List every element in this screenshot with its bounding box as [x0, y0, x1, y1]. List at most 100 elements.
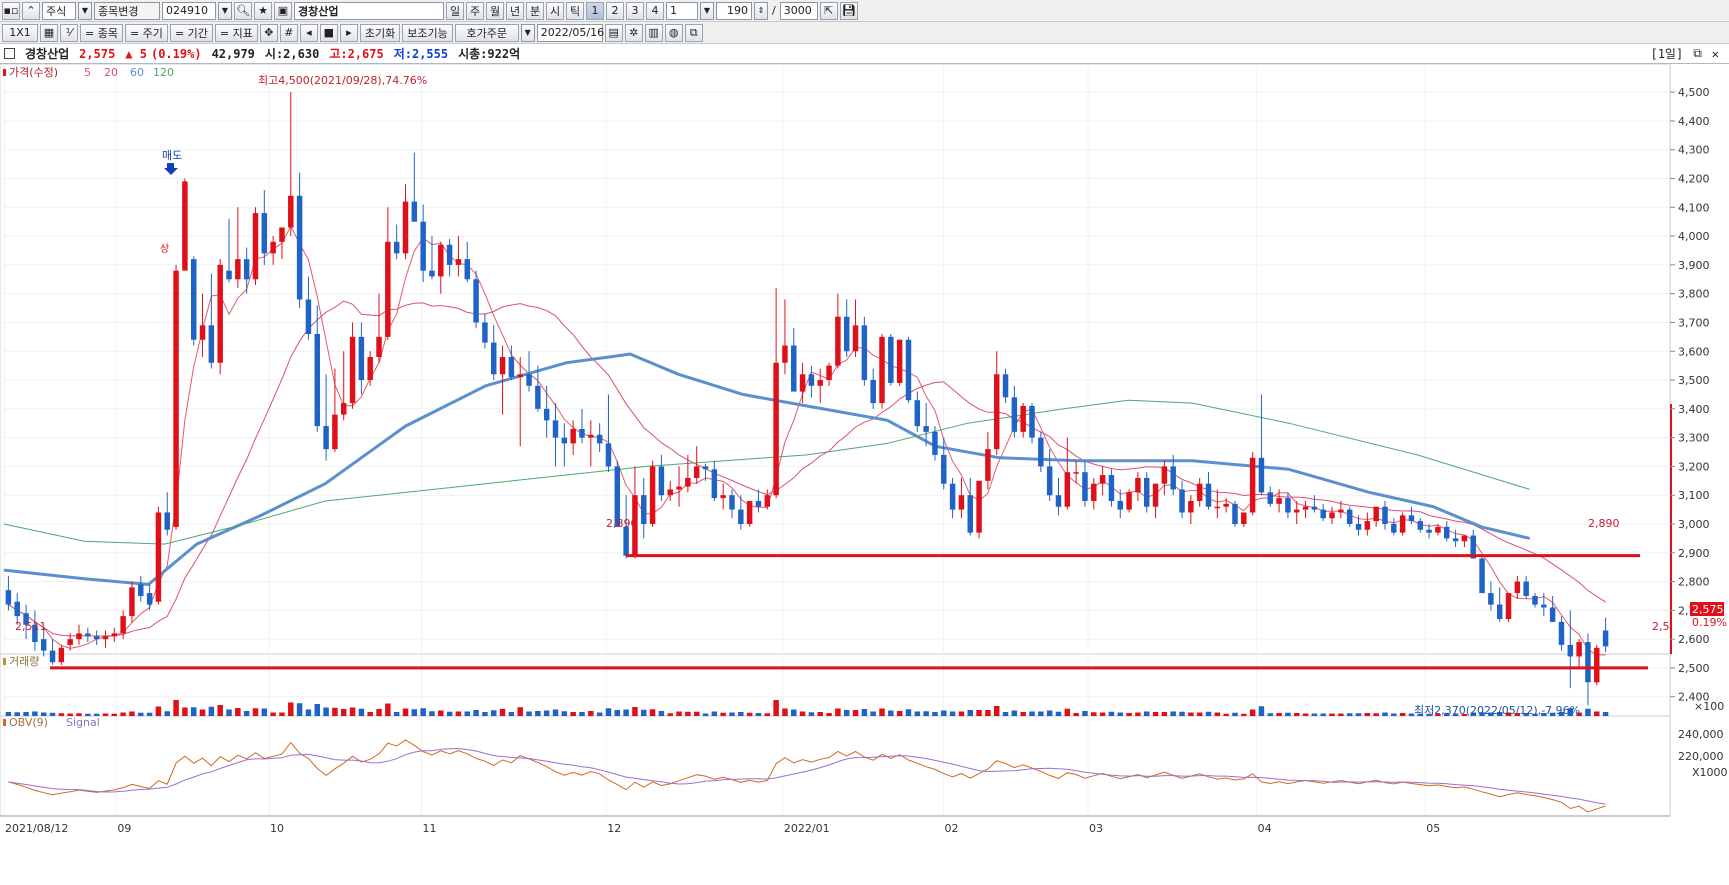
save-icon[interactable]: 💾︎ [839, 1, 858, 20]
aux-functions-button[interactable]: 보조기능 [402, 23, 453, 42]
volume-bar [367, 712, 373, 716]
stock-code-input[interactable]: 024910 [162, 1, 216, 20]
period-hour-tab[interactable]: 시 [546, 1, 564, 20]
volume-bar [791, 709, 797, 716]
candle-body [1408, 515, 1415, 522]
volume-bar [1399, 713, 1406, 716]
candle-body [1426, 529, 1432, 533]
price-tick-label: 4,000 [1678, 230, 1710, 243]
candle-body [1444, 526, 1450, 539]
chart-checkbox[interactable] [4, 48, 15, 59]
volume-bar [1091, 712, 1097, 716]
stock-compare-button[interactable]: = 종목 [80, 23, 123, 42]
total-count-input[interactable]: 3000 [779, 1, 818, 20]
table-icon[interactable]: ▦ [40, 23, 58, 42]
candle-body [243, 259, 250, 280]
crosshair-icon[interactable]: # [279, 23, 298, 42]
range-compare-button[interactable]: = 기간 [169, 23, 213, 42]
volume-bar [923, 711, 929, 716]
chart-area[interactable]: 4,500 4,400 4,300 4,200 4,100 4,000 3,900 3,800… [0, 63, 1729, 882]
count-input[interactable]: 190 [716, 1, 752, 20]
popup-icon[interactable]: ▣ [274, 1, 292, 20]
calendar-icon[interactable]: ▤ [604, 23, 623, 42]
volume-bar [349, 707, 356, 716]
date-tick-label: 2022/01 [784, 822, 830, 835]
search-icon[interactable]: 🔍︎ [234, 1, 252, 20]
interval-2-button[interactable]: 2 [606, 1, 624, 20]
volume-bar [296, 703, 303, 716]
main-toolbar: ▪▫ ⌃ 주식 ▼ 종목변경 024910 ▼ 🔍︎ ★ ▣ 경창산업 일 주 … [0, 0, 1729, 22]
candle-body [482, 322, 488, 343]
stock-change-button[interactable]: 종목변경 [94, 1, 160, 20]
candle-body [129, 587, 135, 617]
favorite-star-icon[interactable]: ★ [254, 1, 272, 20]
reset-button[interactable]: 초기화 [359, 23, 401, 42]
volume-bar [1391, 713, 1397, 716]
volume-bar [782, 708, 788, 716]
interval-3-button[interactable]: 3 [626, 1, 644, 20]
scroll-right-icon[interactable]: ▸ [339, 23, 358, 42]
volume-bar [711, 711, 718, 716]
period-day-tab[interactable]: 일 [446, 1, 464, 20]
new-window-icon[interactable]: ⧉ [684, 23, 703, 42]
window-restore-icon[interactable]: ⧉ [1693, 46, 1702, 61]
chevron-down-icon[interactable]: ▼ [78, 1, 92, 20]
level1-left-label: 2,890 [606, 517, 638, 530]
volume-bar [102, 713, 109, 716]
scroll-left-icon[interactable]: ◂ [299, 23, 318, 42]
candle-body [1532, 595, 1538, 605]
candle-body [429, 270, 435, 277]
chevron-down-icon[interactable]: ▼ [520, 23, 535, 42]
candle-body [976, 480, 982, 533]
interval-1-button[interactable]: 1 [586, 1, 604, 20]
volume-bar [1232, 712, 1238, 716]
candle-body [967, 495, 973, 533]
price-tick-label: 4,200 [1678, 173, 1710, 186]
candle-body [1091, 483, 1097, 501]
volume-bar [905, 709, 912, 716]
chevron-down-icon[interactable]: ▼ [700, 1, 714, 20]
volume-bar [111, 713, 118, 716]
market-select[interactable]: 주식 [42, 1, 76, 20]
stop-icon[interactable]: ■ [319, 23, 338, 42]
volume-bar [888, 710, 894, 716]
volume-bar [852, 710, 859, 716]
collapse-up-button[interactable]: ⌃ [22, 1, 40, 20]
period-compare-button[interactable]: = 주기 [124, 23, 168, 42]
move-cross-icon[interactable]: ✥ [259, 23, 278, 42]
date-input[interactable]: 2022/05/16 [536, 23, 604, 42]
window-menu-button[interactable]: ▪▫ [2, 1, 20, 20]
period-tick-tab[interactable]: 틱 [566, 1, 584, 20]
quote-order-button[interactable]: 호가주문 [454, 23, 519, 42]
chart-icon[interactable]: ▥ [644, 23, 663, 42]
export-icon[interactable]: ⇱ [819, 1, 838, 20]
interval-input[interactable]: 1 [666, 1, 698, 20]
volume-bar [288, 702, 294, 716]
candle-body [596, 434, 603, 444]
interval-4-button[interactable]: 4 [646, 1, 664, 20]
price-legend-label: 가격(수정) [9, 66, 58, 79]
candle-body [676, 486, 682, 490]
candlestick-chart[interactable]: 4,500 4,400 4,300 4,200 4,100 4,000 3,900 3,800… [0, 63, 1729, 882]
volume-bar [1364, 713, 1371, 716]
period-year-tab[interactable]: 년 [506, 1, 524, 20]
period-month-tab[interactable]: 월 [486, 1, 504, 20]
ratio-icon[interactable]: ⅟ [60, 23, 78, 42]
volume-bar [1064, 708, 1071, 716]
indicator-compare-button[interactable]: = 지표 [214, 23, 258, 42]
candle-body [799, 374, 806, 392]
grid-layout-button[interactable]: 1X1 [2, 23, 38, 42]
zoom-icon[interactable]: ◍ [664, 23, 683, 42]
candle-body [1294, 509, 1300, 513]
volume-bar [543, 710, 550, 716]
chevron-down-icon[interactable]: ▼ [218, 1, 232, 20]
settings-gear-icon[interactable]: ✲ [624, 23, 643, 42]
volume-bar [1179, 711, 1185, 716]
date-tick-label: 09 [117, 822, 131, 835]
period-minute-tab[interactable]: 분 [526, 1, 544, 20]
spinner-icon[interactable]: ⇕ [754, 1, 768, 20]
period-week-tab[interactable]: 주 [466, 1, 484, 20]
candle-body [517, 374, 523, 378]
close-icon[interactable]: ✕ [1712, 47, 1719, 61]
volume-bar [402, 708, 409, 716]
